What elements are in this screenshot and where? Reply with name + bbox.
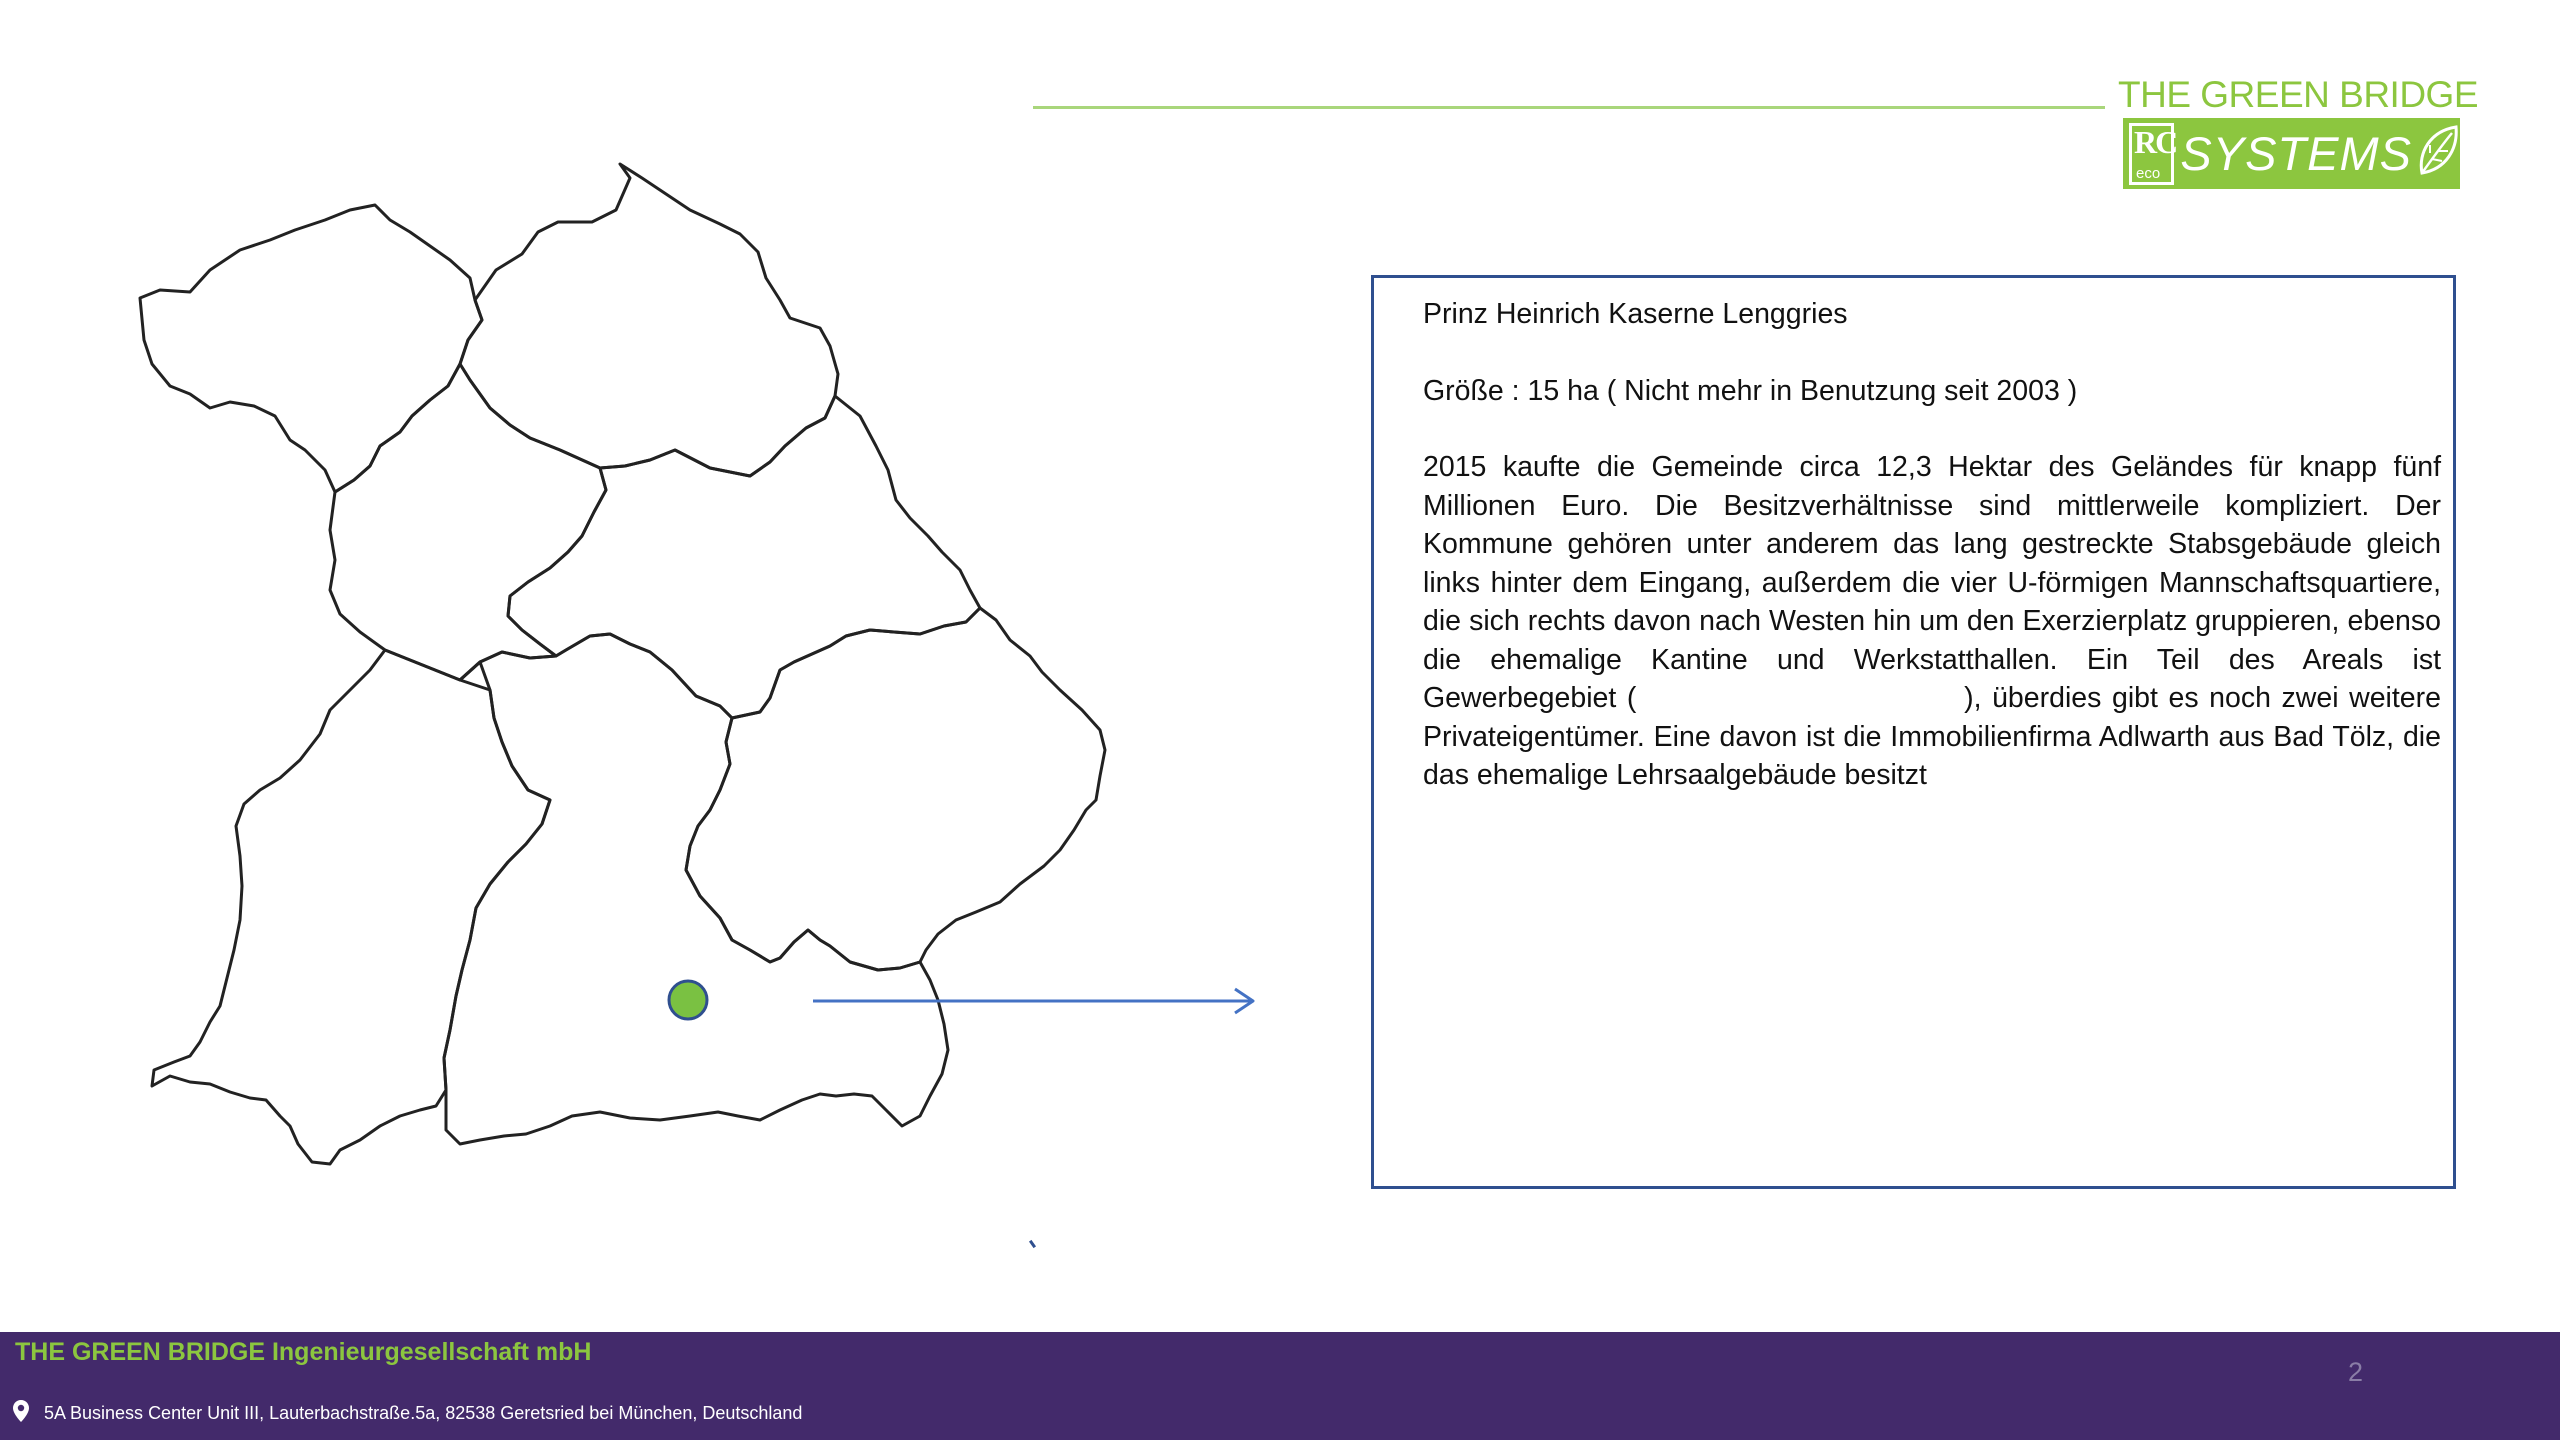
site-description: 2015 kaufte die Gemeinde circa 12,3 Hekt… [1423, 451, 2449, 791]
rc-eco-systems-logo: RC eco SYSTEMS [2123, 118, 2460, 189]
footer-address: 5A Business Center Unit III, Lauterbachs… [44, 1403, 803, 1423]
info-box: Prinz Heinrich Kaserne Lenggries Größe :… [1371, 275, 2456, 1189]
logo-rc-text: RC [2134, 123, 2178, 160]
page-number: 2 [2348, 1357, 2364, 1387]
logo-systems-text: SYSTEMS [2180, 127, 2412, 180]
bavaria-region-map [130, 150, 1255, 1190]
logo-mark: RC eco [2129, 122, 2178, 185]
region-oberbayern [442, 632, 950, 1146]
map-pin-icon [12, 1399, 30, 1428]
footer-address-row: 5A Business Center Unit III, Lauterbachs… [12, 1399, 802, 1428]
header-divider [1033, 106, 2105, 109]
region-schwaben [150, 648, 552, 1166]
site-size: Größe : 15 ha ( Nicht mehr in Benutzung … [1423, 374, 2078, 407]
stray-tick-mark [1028, 1239, 1037, 1249]
region-mittelfranken [328, 362, 608, 682]
brand-title: THE GREEN BRIDGE [2118, 74, 2479, 115]
location-marker-icon [667, 979, 709, 1021]
region-niederbayern [684, 606, 1107, 972]
info-content: Prinz Heinrich Kaserne Lenggries Größe :… [1423, 295, 2441, 795]
region-unterfranken [138, 203, 484, 494]
logo-eco-text: eco [2136, 164, 2161, 182]
site-title: Prinz Heinrich Kaserne Lenggries [1423, 298, 1848, 330]
region-oberpfalz [506, 394, 982, 720]
map-svg [138, 162, 1255, 1166]
footer-company-name: THE GREEN BRIDGE Ingenieurgesellschaft m… [15, 1338, 592, 1366]
leaf-icon [2416, 123, 2460, 184]
